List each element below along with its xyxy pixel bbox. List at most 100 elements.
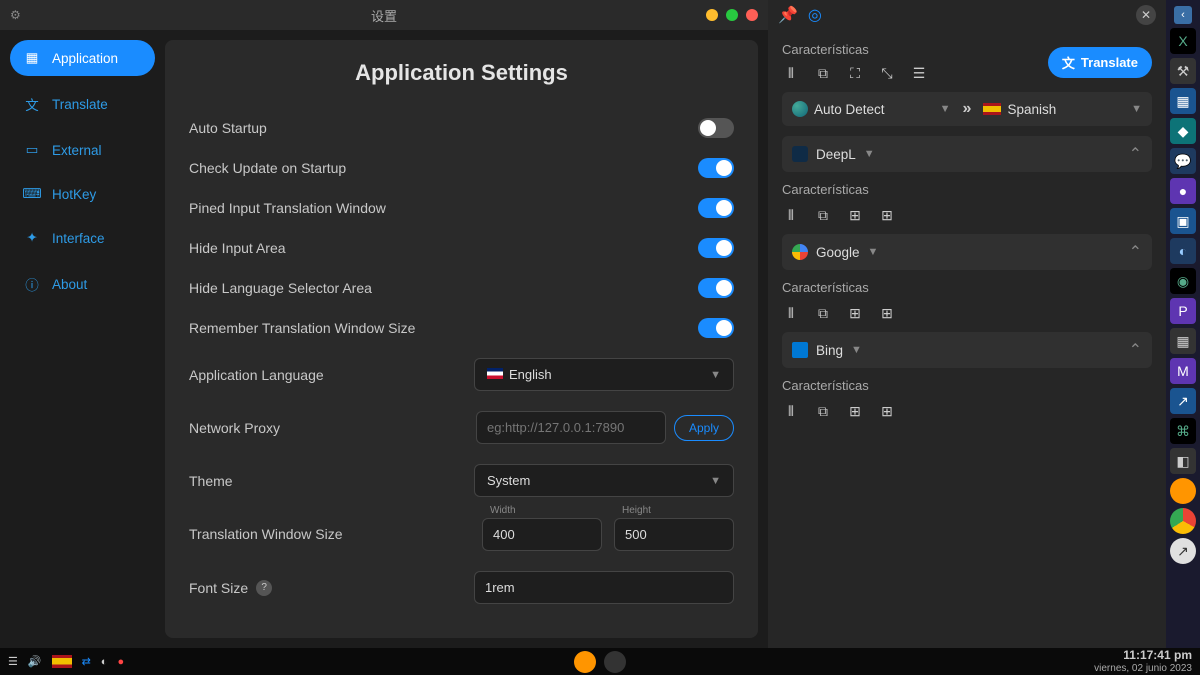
close-button[interactable]: ✕ (1136, 5, 1156, 25)
add-icon[interactable]: ⊞ (878, 207, 896, 224)
notification-icon[interactable]: ● (117, 656, 124, 668)
provider-google[interactable]: Google ▼ ⌃ (782, 234, 1152, 270)
broadcast-icon[interactable]: ◎ (808, 5, 822, 25)
globe-icon (792, 101, 808, 117)
source-language-select[interactable]: Auto Detect ▼ (792, 101, 951, 117)
provider-bing[interactable]: Bing ▼ ⌃ (782, 332, 1152, 368)
collapse-icon[interactable]: ⤡ (878, 65, 896, 82)
chevron-down-icon: ▼ (710, 369, 721, 381)
dock-app-icon[interactable]: ↗ (1170, 388, 1196, 414)
collapse-icon[interactable]: ⌃ (1129, 144, 1142, 164)
minimize-button[interactable] (706, 9, 718, 21)
align-icon[interactable]: ☰ (910, 65, 928, 82)
translate-button[interactable]: 文 Translate (1048, 47, 1152, 78)
add-icon[interactable]: ⊞ (846, 403, 864, 420)
dock-firefox-icon[interactable] (1170, 478, 1196, 504)
dock-app-icon[interactable]: ◐ (1170, 238, 1196, 264)
dock-app-icon[interactable]: ◉ (1170, 268, 1196, 294)
network-icon[interactable]: ⇄ (82, 655, 91, 668)
sidebar-item-translate[interactable]: 文 Translate (10, 84, 155, 124)
dock-app-icon[interactable]: P (1170, 298, 1196, 324)
swap-languages-button[interactable]: » (959, 100, 976, 118)
chevron-down-icon: ▼ (1131, 103, 1142, 115)
taskbar-clock[interactable]: 11:17:41 pm viernes, 02 junio 2023 (1094, 649, 1192, 673)
sidebar-item-label: HotKey (52, 187, 96, 202)
remember-size-label: Remember Translation Window Size (189, 320, 415, 336)
app-lang-label: Application Language (189, 367, 324, 383)
dock-chrome-icon[interactable] (1170, 508, 1196, 534)
help-icon[interactable]: ? (256, 580, 272, 596)
maximize-button[interactable] (726, 9, 738, 21)
dock-app-icon[interactable]: X (1170, 28, 1196, 54)
dock-app-icon[interactable]: ◧ (1170, 448, 1196, 474)
audio-icon[interactable]: ⦀ (782, 65, 800, 82)
apply-button[interactable]: Apply (674, 415, 734, 441)
hide-lang-toggle[interactable] (698, 278, 734, 298)
height-input[interactable] (614, 518, 734, 551)
add-icon[interactable]: ⊞ (846, 305, 864, 322)
dock-navigator-icon[interactable]: ↗ (1170, 538, 1196, 564)
add-icon[interactable]: ⊞ (878, 403, 896, 420)
remember-size-toggle[interactable] (698, 318, 734, 338)
sidebar-item-hotkey[interactable]: ⌨ HotKey (10, 176, 155, 212)
provider-deepl[interactable]: DeepL ▼ ⌃ (782, 136, 1152, 172)
dock-tools-icon[interactable]: ⚒ (1170, 58, 1196, 84)
pin-icon[interactable]: 📌 (778, 5, 798, 25)
dock-terminal-icon[interactable]: ⌘ (1170, 418, 1196, 444)
taskbar-app-icon[interactable] (604, 651, 626, 673)
window-title: 设置 (371, 6, 397, 25)
sidebar-item-application[interactable]: ▦ Application (10, 40, 155, 76)
collapse-icon[interactable]: ⌃ (1129, 340, 1142, 360)
width-input[interactable] (482, 518, 602, 551)
window-controls (706, 9, 758, 21)
hide-input-toggle[interactable] (698, 238, 734, 258)
add-icon[interactable]: ⊞ (878, 305, 896, 322)
settings-panel: Application Settings Auto Startup Check … (165, 40, 758, 638)
deepl-icon (792, 146, 808, 162)
sidebar-item-external[interactable]: ▭ External (10, 132, 155, 168)
check-update-toggle[interactable] (698, 158, 734, 178)
copy-icon[interactable]: ⧉ (814, 305, 832, 322)
dock-app-icon[interactable]: ▣ (1170, 208, 1196, 234)
add-icon[interactable]: ⊞ (846, 207, 864, 224)
font-size-label: Font Size ? (189, 580, 272, 596)
chevron-down-icon: ▼ (864, 148, 875, 160)
theme-select[interactable]: System ▼ (474, 464, 734, 497)
close-button[interactable] (746, 9, 758, 21)
copy-icon[interactable]: ⧉ (814, 65, 832, 82)
dock-app-icon[interactable]: ◆ (1170, 118, 1196, 144)
target-language-select[interactable]: Spanish ▼ (983, 102, 1142, 117)
spain-flag-icon[interactable] (52, 655, 72, 668)
dock-app-icon[interactable]: ● (1170, 178, 1196, 204)
expand-icon[interactable]: ⛶ (846, 65, 864, 82)
sidebar-item-about[interactable]: ⓘ About (10, 264, 155, 304)
audio-icon[interactable]: ⦀ (782, 403, 800, 420)
auto-startup-toggle[interactable] (698, 118, 734, 138)
volume-icon[interactable]: 🔊 (28, 655, 42, 668)
theme-label: Theme (189, 473, 233, 489)
uk-flag-icon (487, 368, 503, 379)
dock-collapse-button[interactable]: ‹ (1174, 6, 1192, 24)
sidebar-item-interface[interactable]: ✦ Interface (10, 220, 155, 256)
chevron-down-icon: ▼ (940, 103, 951, 115)
height-label: Height (622, 505, 734, 516)
audio-icon[interactable]: ⦀ (782, 207, 800, 224)
audio-icon[interactable]: ⦀ (782, 305, 800, 322)
keyboard-icon: ⌨ (24, 186, 40, 202)
dock-chat-icon[interactable]: 💬 (1170, 148, 1196, 174)
copy-icon[interactable]: ⧉ (814, 403, 832, 420)
taskbar-firefox-icon[interactable] (574, 651, 596, 673)
copy-icon[interactable]: ⧉ (814, 207, 832, 224)
font-size-input[interactable] (474, 571, 734, 604)
menu-icon[interactable]: ☰ (8, 655, 18, 668)
dock-app-icon[interactable]: M (1170, 358, 1196, 384)
collapse-icon[interactable]: ⌃ (1129, 242, 1142, 262)
indicator-icon[interactable]: ◐ (101, 656, 108, 668)
proxy-input[interactable] (476, 411, 666, 444)
settings-window: ⚙ 设置 ▦ Application 文 Translate ▭ Externa… (0, 0, 768, 648)
app-language-select[interactable]: English ▼ (474, 358, 734, 391)
dock-app-icon[interactable]: ▦ (1170, 328, 1196, 354)
dock-app-icon[interactable]: ▦ (1170, 88, 1196, 114)
spain-flag-icon (983, 103, 1001, 115)
pined-input-toggle[interactable] (698, 198, 734, 218)
